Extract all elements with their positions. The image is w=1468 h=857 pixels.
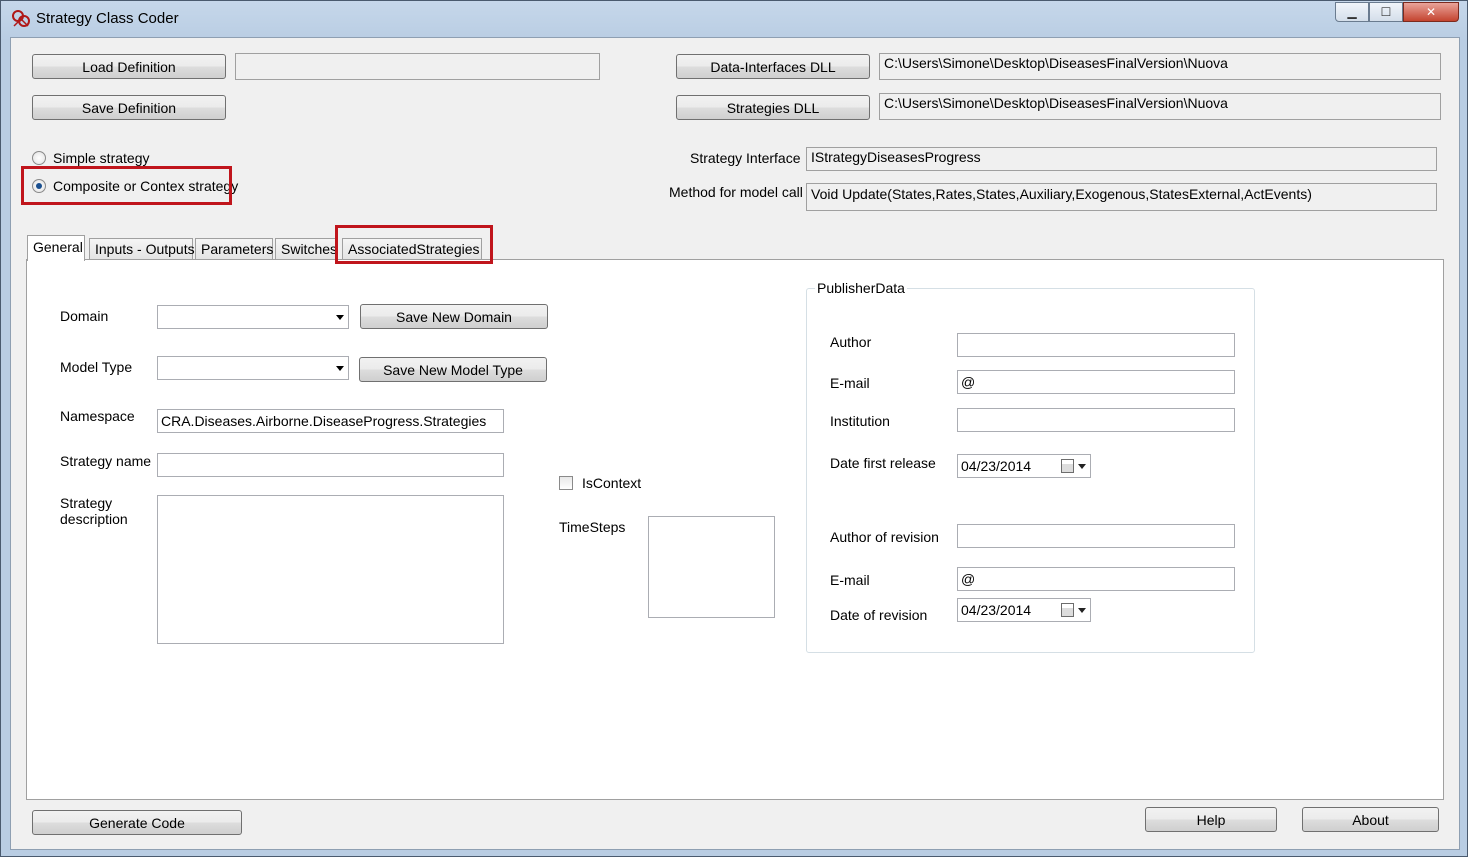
save-new-domain-button[interactable]: Save New Domain — [360, 304, 548, 329]
namespace-input[interactable]: CRA.Diseases.Airborne.DiseaseProgress.St… — [157, 409, 504, 433]
namespace-label: Namespace — [60, 408, 135, 424]
is-context-checkbox[interactable] — [559, 476, 573, 490]
model-type-label: Model Type — [60, 359, 133, 375]
method-call-field[interactable]: Void Update(States,Rates,States,Auxiliar… — [806, 183, 1437, 211]
general-tab-panel: Domain Save New Domain Model Type Save N… — [26, 259, 1444, 800]
tab-parameters[interactable]: Parameters — [195, 238, 273, 260]
institution-input[interactable] — [957, 408, 1235, 432]
window-title: Strategy Class Coder — [36, 10, 179, 27]
save-definition-button[interactable]: Save Definition — [32, 95, 226, 120]
tab-switches[interactable]: Switches — [275, 238, 337, 260]
chevron-down-icon — [336, 366, 344, 371]
simple-strategy-label: Simple strategy — [53, 150, 150, 166]
composite-highlight-box — [21, 166, 232, 205]
institution-label: Institution — [830, 413, 890, 429]
email-label: E-mail — [830, 375, 870, 391]
publisher-data-title: PublisherData — [815, 280, 907, 296]
strategy-interface-field[interactable]: IStrategyDiseasesProgress — [806, 147, 1437, 171]
strategy-description-label-line1: Strategy — [60, 495, 113, 511]
associated-strategies-highlight-box — [335, 225, 493, 264]
domain-select[interactable] — [157, 305, 349, 329]
app-logo-icon — [12, 10, 30, 27]
date-revision-picker[interactable]: 04/23/2014 — [957, 598, 1091, 622]
is-context-label: IsContext — [582, 475, 642, 491]
calendar-icon — [1061, 603, 1074, 617]
email-revision-label: E-mail — [830, 572, 870, 588]
model-type-select[interactable] — [157, 356, 349, 380]
date-first-release-picker[interactable]: 04/23/2014 — [957, 454, 1091, 478]
date-first-release-value: 04/23/2014 — [961, 458, 1032, 474]
strategies-dll-path[interactable]: C:\Users\Simone\Desktop\DiseasesFinalVer… — [879, 93, 1441, 120]
title-bar[interactable]: Strategy Class Coder ▁ ☐ ✕ — [1, 1, 1467, 35]
app-window: Strategy Class Coder ▁ ☐ ✕ Load Definiti… — [0, 0, 1468, 857]
window-controls: ▁ ☐ ✕ — [1335, 2, 1459, 22]
save-new-model-type-button[interactable]: Save New Model Type — [359, 357, 547, 382]
maximize-button[interactable]: ☐ — [1369, 2, 1403, 22]
load-definition-field[interactable] — [235, 53, 600, 80]
load-definition-button[interactable]: Load Definition — [32, 54, 226, 79]
author-revision-label: Author of revision — [830, 529, 939, 545]
data-interfaces-dll-path[interactable]: C:\Users\Simone\Desktop\DiseasesFinalVer… — [879, 53, 1441, 80]
email-revision-input[interactable]: @ — [957, 567, 1235, 591]
client-area: Load Definition Save Definition Data-Int… — [10, 37, 1460, 850]
publisher-data-group: PublisherData Author E-mail @ Institutio… — [806, 280, 1255, 653]
tab-general[interactable]: General — [27, 235, 85, 261]
close-button[interactable]: ✕ — [1403, 2, 1459, 22]
strategy-description-textarea[interactable] — [157, 495, 504, 644]
author-label: Author — [830, 334, 872, 350]
chevron-down-icon — [1078, 608, 1086, 613]
generate-code-button[interactable]: Generate Code — [32, 810, 242, 835]
about-button[interactable]: About — [1302, 807, 1439, 832]
author-revision-input[interactable] — [957, 524, 1235, 548]
strategy-description-label-line2: description — [60, 511, 128, 527]
date-revision-label: Date of revision — [830, 607, 928, 623]
timesteps-label: TimeSteps — [559, 519, 626, 535]
help-button[interactable]: Help — [1145, 807, 1277, 832]
method-call-label: Method for model call — [669, 184, 803, 200]
email-input[interactable]: @ — [957, 370, 1235, 394]
calendar-icon — [1061, 459, 1074, 473]
strategy-name-label: Strategy name — [60, 453, 152, 469]
date-revision-value: 04/23/2014 — [961, 602, 1032, 618]
author-input[interactable] — [957, 333, 1235, 357]
date-first-release-label: Date first release — [830, 455, 936, 471]
data-interfaces-dll-button[interactable]: Data-Interfaces DLL — [676, 54, 870, 79]
tab-inputs-outputs[interactable]: Inputs - Outputs — [89, 238, 195, 260]
timesteps-list[interactable] — [648, 516, 775, 618]
strategy-name-input[interactable] — [157, 453, 504, 477]
chevron-down-icon — [1078, 464, 1086, 469]
domain-label: Domain — [60, 308, 109, 324]
chevron-down-icon — [336, 315, 344, 320]
simple-strategy-radio[interactable] — [32, 151, 46, 165]
strategies-dll-button[interactable]: Strategies DLL — [676, 95, 870, 120]
strategy-interface-label: Strategy Interface — [690, 150, 801, 166]
minimize-button[interactable]: ▁ — [1335, 2, 1369, 22]
